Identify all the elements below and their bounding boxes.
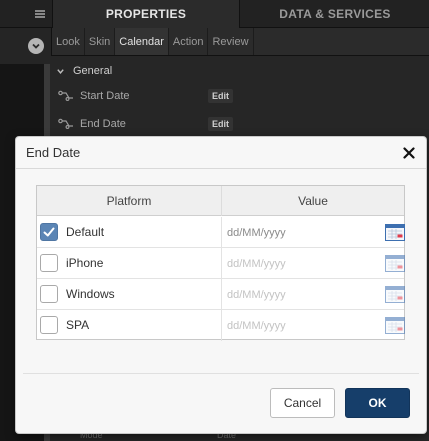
group-label: General: [73, 65, 113, 77]
value-cell: [221, 279, 405, 310]
close-icon[interactable]: [400, 144, 418, 162]
subtab-calendar[interactable]: Calendar: [115, 28, 169, 55]
platform-checkbox[interactable]: [40, 223, 58, 241]
end-date-dialog: End Date Platform Value Default dd/MM/yy…: [16, 137, 426, 433]
table-row: Default: [37, 217, 405, 248]
table-header: Platform Value: [37, 186, 404, 216]
property-label: Start Date: [80, 90, 130, 102]
value-cell: [221, 217, 405, 248]
date-format-input[interactable]: [222, 217, 372, 248]
table-row: iPhone: [37, 248, 405, 279]
platform-value-table: Platform Value Default iPhone: [36, 185, 405, 341]
cancel-button[interactable]: Cancel: [270, 388, 335, 418]
chevron-down-icon: [57, 68, 64, 74]
subtab-spacer: [254, 28, 429, 55]
date-format-input: [222, 279, 372, 310]
calendar-icon[interactable]: [385, 224, 405, 241]
menu-icon[interactable]: [28, 0, 52, 28]
property-label: End Date: [80, 118, 126, 130]
platform-checkbox[interactable]: [40, 254, 58, 272]
value-cell: [221, 310, 405, 341]
subtab-review[interactable]: Review: [208, 28, 254, 55]
dialog-title: End Date: [26, 145, 81, 160]
table-row: Windows: [37, 279, 405, 310]
property-row-start-date: Start Date Edit: [58, 87, 233, 105]
subtab-look[interactable]: Look: [52, 28, 85, 55]
date-format-input: [222, 310, 372, 341]
date-format-input: [222, 248, 372, 279]
edit-button[interactable]: Edit: [208, 117, 233, 131]
platform-checkbox[interactable]: [40, 285, 58, 303]
value-cell: [221, 248, 405, 279]
property-row-end-date: End Date Edit: [58, 115, 233, 133]
platform-label: Default: [66, 225, 105, 239]
calendar-icon: [385, 286, 405, 303]
platform-checkbox[interactable]: [40, 316, 58, 334]
column-header-platform: Platform: [106, 194, 152, 208]
subtab-action[interactable]: Action: [169, 28, 209, 55]
platform-label: SPA: [66, 318, 90, 332]
column-header-value: Value: [221, 186, 404, 216]
chevron-down-icon[interactable]: [28, 38, 44, 54]
calendar-icon: [385, 317, 405, 334]
ok-button[interactable]: OK: [345, 388, 410, 418]
panel-left-column: [0, 28, 52, 64]
dialog-footer-divider: [23, 373, 419, 374]
panel-topbar: PROPERTIES DATA & SERVICES: [0, 0, 429, 28]
tab-properties[interactable]: PROPERTIES: [52, 0, 240, 28]
table-row: SPA: [37, 310, 405, 341]
dialog-header-divider: [16, 168, 426, 169]
subtab-skin[interactable]: Skin: [85, 28, 116, 55]
binding-icon: [58, 90, 73, 101]
binding-icon: [58, 118, 73, 129]
platform-label: iPhone: [66, 256, 104, 270]
group-general[interactable]: General: [56, 63, 112, 79]
tab-data-services[interactable]: DATA & SERVICES: [241, 0, 429, 28]
calendar-icon: [385, 255, 405, 272]
property-subtabs: Look Skin Calendar Action Review: [52, 28, 429, 56]
platform-label: Windows: [66, 287, 115, 301]
edit-button[interactable]: Edit: [208, 89, 233, 103]
